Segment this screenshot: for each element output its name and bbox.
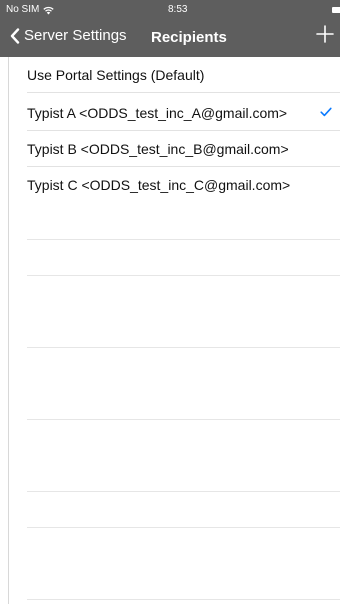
recipients-list: Use Portal Settings (Default) Typist A <… <box>0 57 340 604</box>
carrier-group: No SIM <box>6 0 54 20</box>
empty-row-separator <box>27 347 340 348</box>
list-item-label: Typist A <ODDS_test_inc_A@gmail.com> <box>27 105 288 121</box>
empty-row-separator <box>27 239 340 240</box>
empty-row-separator <box>27 527 340 528</box>
split-view-divider <box>0 0 9 604</box>
separator <box>27 92 340 93</box>
list-item-typist-c[interactable]: Typist C <ODDS_test_inc_C@gmail.com> <box>0 167 340 203</box>
empty-row-separator <box>27 599 340 600</box>
battery-icon <box>332 7 340 13</box>
checkmark-icon <box>320 107 332 117</box>
top-bar: No SIM 8:53 Server Settings Recipients <box>0 0 340 57</box>
wifi-icon <box>43 6 54 15</box>
recipients-screen: No SIM 8:53 Server Settings Recipients U… <box>0 0 340 604</box>
plus-icon <box>316 25 334 43</box>
empty-row-separator <box>27 275 340 276</box>
list-item-label: Typist C <ODDS_test_inc_C@gmail.com> <box>27 177 291 193</box>
status-bar: No SIM 8:53 <box>0 0 340 20</box>
chevron-left-icon <box>10 27 20 44</box>
add-recipient-button[interactable] <box>316 23 334 45</box>
navigation-bar: Server Settings Recipients <box>0 20 340 57</box>
back-button-label: Server Settings <box>24 27 127 44</box>
list-item-label: Typist B <ODDS_test_inc_B@gmail.com> <box>27 141 289 157</box>
status-time: 8:53 <box>168 4 188 15</box>
list-item-label: Use Portal Settings (Default) <box>27 67 205 83</box>
carrier-label: No SIM <box>6 4 40 15</box>
back-button[interactable]: Server Settings <box>10 27 127 44</box>
page-title: Recipients <box>151 29 227 46</box>
list-item-typist-b[interactable]: Typist B <ODDS_test_inc_B@gmail.com> <box>0 131 340 167</box>
list-item-portal-default[interactable]: Use Portal Settings (Default) <box>0 57 340 93</box>
empty-row-separator <box>27 419 340 420</box>
empty-row-separator <box>27 491 340 492</box>
list-item-typist-a[interactable]: Typist A <ODDS_test_inc_A@gmail.com> <box>0 95 340 131</box>
